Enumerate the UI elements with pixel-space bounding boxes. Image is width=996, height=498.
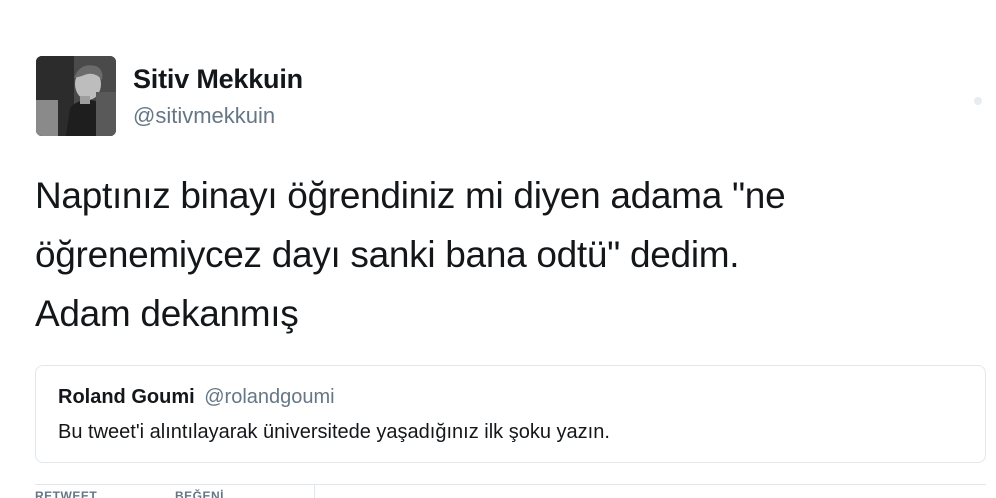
quoted-author-handle: @rolandgoumi	[204, 386, 335, 408]
author-handle[interactable]: @sitivmekkuin	[133, 103, 275, 129]
quoted-tweet-text: Bu tweet'i alıntılayarak üniversitede ya…	[58, 421, 610, 443]
tweet-text-line: Adam dekanmış	[35, 293, 299, 334]
avatar-photo	[36, 56, 116, 136]
tweet-card: Sitiv Mekkuin @sitivmekkuin Naptınız bin…	[0, 0, 996, 498]
author-display-name[interactable]: Sitiv Mekkuin	[133, 64, 303, 95]
tweet-text-line: Naptınız binayı öğrendiniz mi diyen adam…	[35, 175, 786, 216]
tweet-text-line: öğrenemiycez dayı sanki bana odtü" dedim…	[35, 234, 740, 275]
stats-separator	[314, 484, 315, 498]
more-dot-icon[interactable]	[974, 97, 982, 105]
stats-divider	[35, 484, 986, 485]
quoted-tweet[interactable]: Roland Goumi @rolandgoumi Bu tweet'i alı…	[35, 365, 986, 463]
likes-label[interactable]: BEĞENİ	[175, 489, 224, 498]
retweets-label[interactable]: RETWEET	[35, 489, 97, 498]
tweet-text: Naptınız binayı öğrendiniz mi diyen adam…	[35, 166, 975, 343]
quoted-tweet-author: Roland Goumi @rolandgoumi	[58, 386, 335, 409]
author-avatar[interactable]	[36, 56, 116, 136]
quoted-author-name: Roland Goumi	[58, 386, 195, 408]
